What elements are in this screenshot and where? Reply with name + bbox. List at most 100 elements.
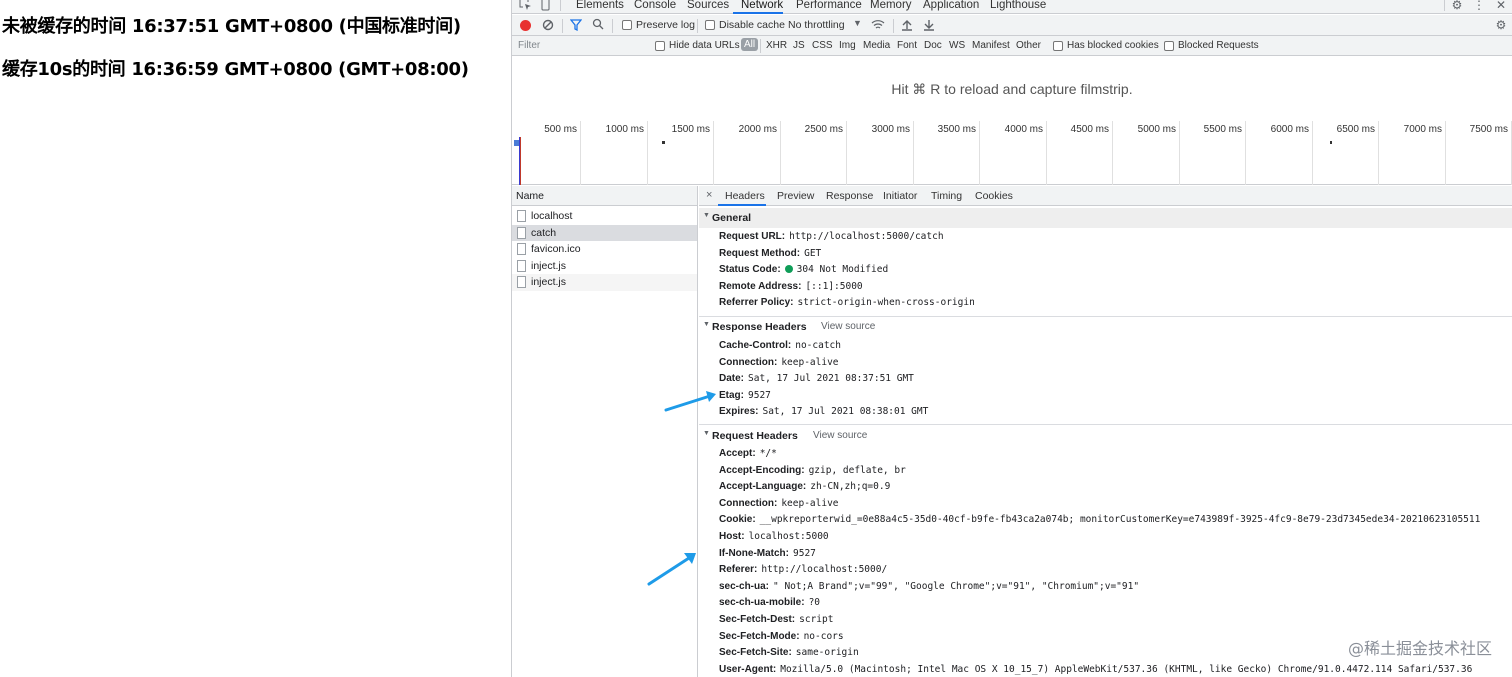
timeline-overview[interactable]: 500 ms 1000 ms 1500 ms 2000 ms 2500 ms 3000 m… (512, 121, 1512, 185)
network-conditions-icon[interactable] (871, 19, 885, 34)
document-icon (517, 243, 526, 255)
header-value: keep-alive (781, 356, 839, 368)
request-headers-section-header[interactable]: ▼ Request Headers View source (699, 426, 1512, 446)
throttling-select[interactable]: No throttling (788, 19, 845, 31)
clear-icon[interactable] (542, 19, 554, 34)
preserve-log-checkbox[interactable] (622, 20, 632, 30)
type-filter-img[interactable]: Img (839, 40, 856, 51)
device-toolbar-icon[interactable] (538, 0, 552, 12)
tab-response[interactable]: Response (826, 190, 873, 202)
header-row: Referer: http://localhost:5000/ (719, 563, 887, 577)
timeline-request-bar (1330, 141, 1332, 144)
header-value: Sat, 17 Jul 2021 08:38:01 GMT (762, 406, 929, 418)
header-key: sec-ch-ua: (719, 580, 770, 592)
type-filter-manifest[interactable]: Manifest (972, 40, 1010, 51)
tab-lighthouse[interactable]: Lighthouse (990, 0, 1046, 11)
header-value: keep-alive (781, 497, 839, 509)
header-value: ?0 (808, 597, 821, 609)
tab-headers[interactable]: Headers (725, 190, 765, 202)
header-value: http://localhost:5000/ (761, 564, 888, 576)
settings-gear-icon[interactable]: ⚙ (1450, 0, 1464, 12)
response-view-source-link[interactable]: View source (821, 321, 875, 332)
timeline-gridline (647, 121, 648, 185)
record-icon[interactable] (520, 20, 531, 31)
header-key: Sec-Fetch-Site: (719, 647, 792, 659)
header-row: Cookie: __wpkreporterwid_=0e88a4c5-35d0-4… (719, 513, 1480, 527)
timeline-tick-label: 500 ms (544, 124, 577, 135)
type-filter-font[interactable]: Font (897, 40, 917, 51)
header-key: Request URL: (719, 231, 786, 242)
type-filter-css[interactable]: CSS (812, 40, 833, 51)
tab-memory[interactable]: Memory (870, 0, 912, 11)
tab-elements[interactable]: Elements (576, 0, 624, 11)
timeline-gridline (713, 121, 714, 185)
request-view-source-link[interactable]: View source (813, 430, 867, 441)
tab-cookies[interactable]: Cookies (975, 190, 1013, 202)
header-key: Status Code: (719, 264, 781, 276)
header-value: no-cors (803, 630, 844, 642)
cached-time-text: 缓存10s的时间 16:36:59 GMT+0800 (GMT+08:00) (2, 59, 469, 80)
timeline-gridline (913, 121, 914, 185)
request-row-favicon[interactable]: favicon.ico (512, 241, 697, 258)
header-key: Accept: (719, 448, 756, 459)
tab-preview[interactable]: Preview (777, 190, 814, 202)
annotation-arrow-if-none-match (647, 553, 696, 586)
timeline-tick-label: 1500 ms (671, 124, 710, 135)
request-row-localhost[interactable]: localhost (512, 208, 697, 225)
timeline-tick-label: 1000 ms (605, 124, 644, 135)
hide-data-urls-checkbox[interactable] (655, 41, 665, 51)
header-value: Sat, 17 Jul 2021 08:37:51 GMT (748, 373, 914, 385)
tab-network[interactable]: Network (741, 0, 783, 11)
response-headers-section-header[interactable]: ▼ Response Headers View source (699, 317, 1512, 337)
tab-console[interactable]: Console (634, 0, 676, 11)
more-options-icon[interactable]: ⋮ (1472, 0, 1486, 12)
type-filter-ws[interactable]: WS (949, 40, 965, 51)
header-row: Accept-Encoding: gzip, deflate, br (719, 464, 906, 478)
tab-application[interactable]: Application (923, 0, 979, 11)
close-details-icon[interactable]: × (706, 189, 712, 201)
request-name: inject.js (531, 259, 567, 272)
close-devtools-icon[interactable]: ✕ (1494, 0, 1508, 12)
search-icon[interactable] (592, 18, 604, 33)
timeline-gridline (1179, 121, 1180, 185)
type-filter-js[interactable]: JS (793, 40, 805, 51)
header-key: Sec-Fetch-Mode: (719, 630, 800, 642)
request-row-catch[interactable]: catch (512, 224, 697, 241)
header-value: */* (759, 448, 777, 459)
header-row: Remote Address: [::1]:5000 (719, 280, 863, 294)
chevron-down-icon[interactable]: ▼ (853, 18, 862, 28)
type-filter-xhr[interactable]: XHR (766, 40, 787, 51)
header-row: Host: localhost:5000 (719, 530, 829, 544)
tab-sources[interactable]: Sources (687, 0, 729, 11)
header-row: Sec-Fetch-Mode: no-cors (719, 630, 844, 644)
header-key: Sec-Fetch-Dest: (719, 614, 796, 625)
type-filter-other[interactable]: Other (1016, 40, 1041, 51)
import-har-icon[interactable] (901, 19, 913, 34)
blocked-requests-label: Blocked Requests (1178, 40, 1259, 51)
timeline-gridline (979, 121, 980, 185)
request-row-inject-js[interactable]: inject.js (512, 258, 697, 275)
name-column-header[interactable]: Name (512, 186, 697, 206)
tab-timing[interactable]: Timing (931, 190, 962, 202)
type-filter-media[interactable]: Media (863, 40, 890, 51)
filter-input[interactable]: Filter (518, 40, 540, 51)
header-value: no-catch (795, 340, 841, 351)
tab-performance[interactable]: Performance (796, 0, 862, 11)
general-section-header[interactable]: ▼ General (699, 208, 1512, 228)
header-row: Cache-Control: no-catch (719, 339, 841, 353)
header-row: Date: Sat, 17 Jul 2021 08:37:51 GMT (719, 372, 914, 386)
document-icon (517, 210, 526, 222)
type-filter-doc[interactable]: Doc (924, 40, 942, 51)
request-row-inject-js[interactable]: inject.js (512, 274, 697, 291)
type-filter-all[interactable]: All (741, 38, 759, 51)
network-settings-gear-icon[interactable]: ⚙ (1494, 18, 1508, 32)
header-key: Host: (719, 531, 745, 542)
request-name: catch (531, 226, 557, 239)
tab-initiator[interactable]: Initiator (883, 190, 917, 202)
filter-icon[interactable] (569, 19, 583, 34)
export-har-icon[interactable] (923, 19, 935, 34)
inspect-element-icon[interactable] (518, 0, 532, 12)
has-blocked-cookies-checkbox[interactable] (1053, 41, 1063, 51)
blocked-requests-checkbox[interactable] (1164, 41, 1174, 51)
disable-cache-checkbox[interactable] (705, 20, 715, 30)
